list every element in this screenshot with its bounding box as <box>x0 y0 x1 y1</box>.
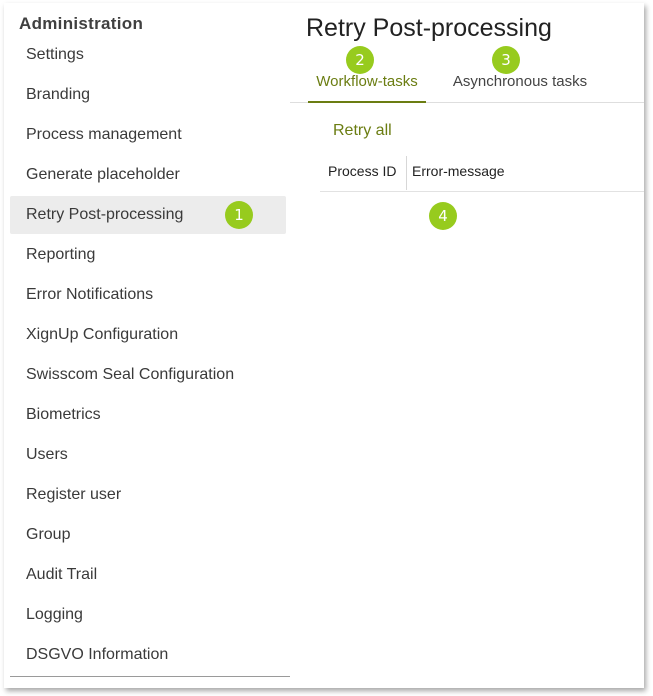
page-title: Retry Post-processing <box>306 14 552 42</box>
sidebar-item-label: Retry Post-processing <box>26 206 184 223</box>
callout-badge-1: 1 <box>225 201 253 229</box>
sidebar-item-retry-post-processing[interactable]: Retry Post-processing 1 <box>10 196 286 234</box>
tab-bar: Workflow-tasks Asynchronous tasks <box>290 62 644 103</box>
sidebar-item-users[interactable]: Users <box>10 436 286 474</box>
main-content: Retry Post-processing Workflow-tasks Asy… <box>290 3 644 688</box>
sidebar-item-logging[interactable]: Logging <box>10 596 286 634</box>
sidebar-item-audit-trail[interactable]: Audit Trail <box>10 556 286 594</box>
callout-badge-3: 3 <box>492 46 520 74</box>
sidebar-item-reporting[interactable]: Reporting <box>10 236 286 274</box>
sidebar-item-group[interactable]: Group <box>10 516 286 554</box>
callout-badge-2: 2 <box>346 46 374 74</box>
sidebar-item-dsgvo-information[interactable]: DSGVO Information <box>10 636 286 674</box>
sidebar-item-process-management[interactable]: Process management <box>10 116 286 154</box>
tab-asynchronous-tasks[interactable]: Asynchronous tasks <box>446 62 594 102</box>
column-divider <box>406 156 407 190</box>
sidebar-divider <box>10 676 290 677</box>
column-header-error-message[interactable]: Error-message <box>412 154 505 191</box>
sidebar-item-xignup-configuration[interactable]: XignUp Configuration <box>10 316 286 354</box>
sidebar-nav: Settings Branding Process management Gen… <box>10 36 286 676</box>
callout-badge-4: 4 <box>429 202 457 230</box>
retry-all-button[interactable]: Retry all <box>333 122 392 140</box>
sidebar-item-error-notifications[interactable]: Error Notifications <box>10 276 286 314</box>
sidebar-heading: Administration <box>19 14 144 33</box>
column-header-process-id[interactable]: Process ID <box>328 154 396 191</box>
sidebar: Administration Settings Branding Process… <box>4 3 290 688</box>
table-header: Process ID Error-message <box>320 154 644 192</box>
sidebar-item-register-user[interactable]: Register user <box>10 476 286 514</box>
sidebar-item-swisscom-seal-configuration[interactable]: Swisscom Seal Configuration <box>10 356 286 394</box>
sidebar-item-settings[interactable]: Settings <box>10 36 286 74</box>
sidebar-item-biometrics[interactable]: Biometrics <box>10 396 286 434</box>
sidebar-item-branding[interactable]: Branding <box>10 76 286 114</box>
sidebar-item-generate-placeholder[interactable]: Generate placeholder <box>10 156 286 194</box>
app-window: Administration Settings Branding Process… <box>4 3 644 688</box>
